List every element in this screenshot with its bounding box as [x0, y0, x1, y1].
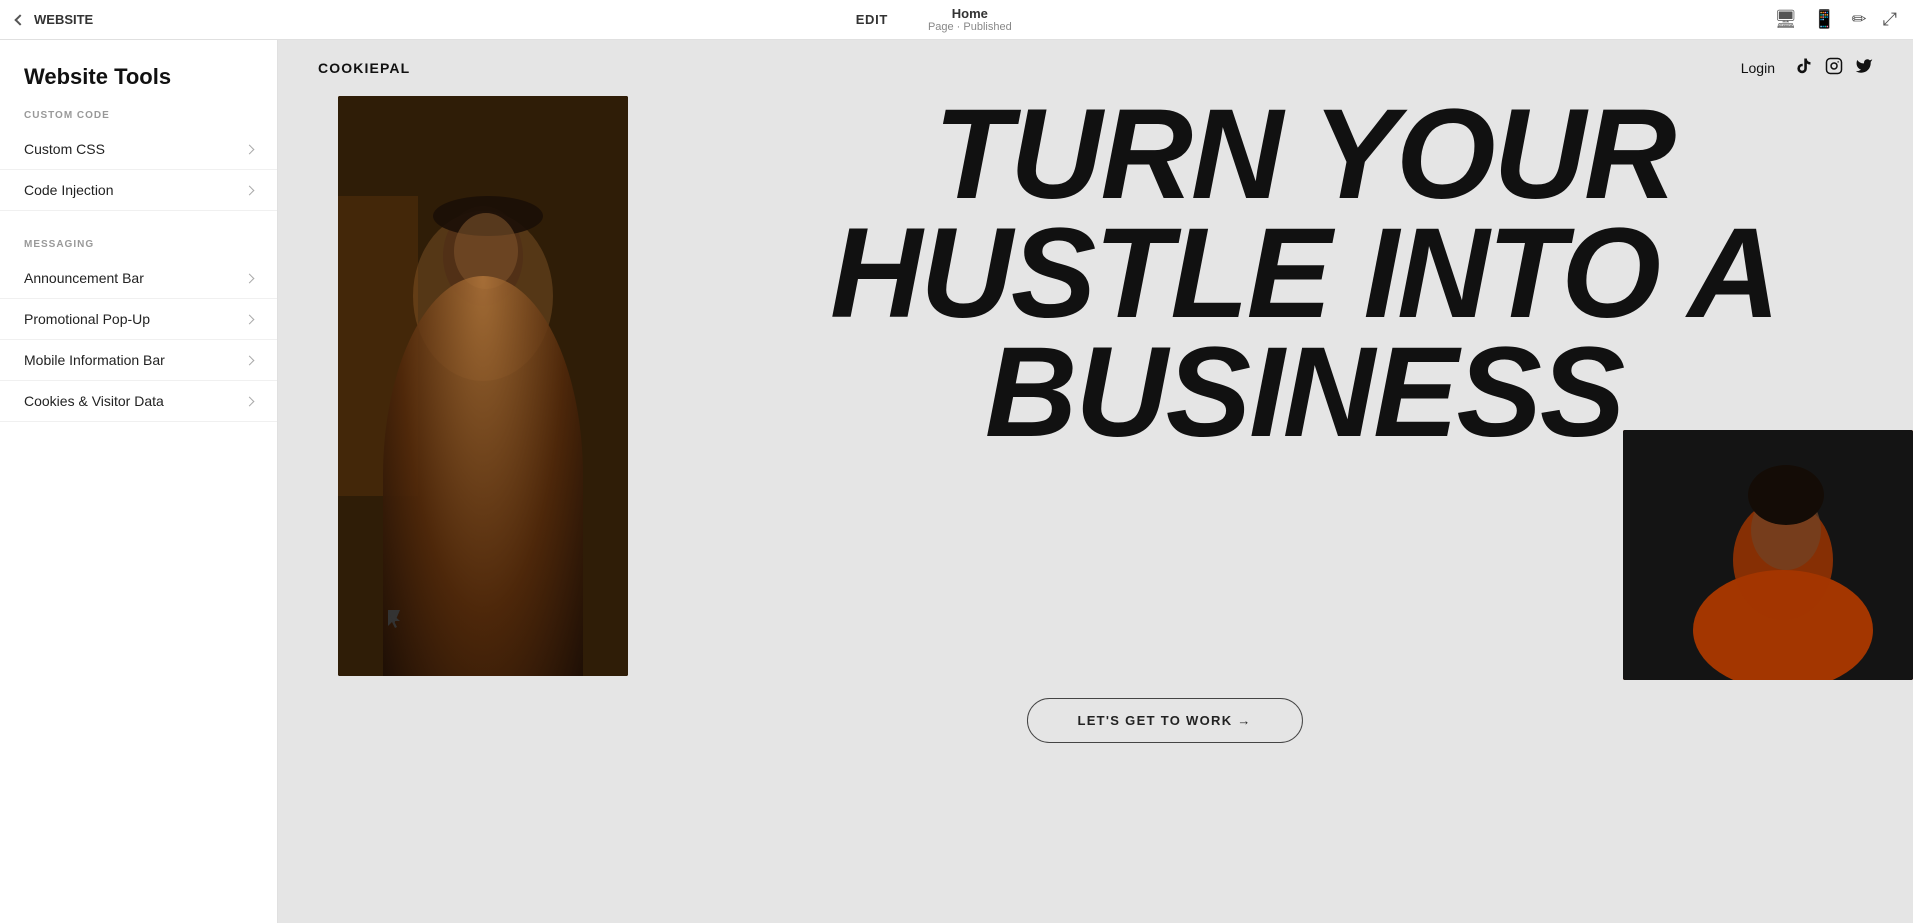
announcement-bar-label: Announcement Bar [24, 270, 144, 286]
code-injection-label: Code Injection [24, 182, 114, 198]
preview-nav-icons [1795, 57, 1873, 80]
headline-line2: HUSTLE INTO A [830, 214, 1778, 333]
chevron-right-icon [245, 396, 255, 406]
sidebar-title: Website Tools [0, 64, 277, 110]
sidebar-item-announcement-bar[interactable]: Announcement Bar [0, 258, 277, 299]
top-bar-right: 🖥 📱 ✏ ⤢ [1774, 9, 1897, 30]
sidebar-item-code-injection[interactable]: Code Injection [0, 170, 277, 211]
preview-nav-right: Login [1741, 57, 1873, 80]
cookies-visitor-data-label: Cookies & Visitor Data [24, 393, 164, 409]
mobile-icon[interactable]: 📱 [1813, 9, 1835, 30]
chevron-right-icon [245, 314, 255, 324]
chevron-right-icon [245, 273, 255, 283]
section-label-messaging: MESSAGING [0, 239, 277, 258]
page-info: Home Page · Published [928, 6, 1012, 33]
back-label: WEBSITE [34, 12, 93, 27]
chevron-right-icon [245, 185, 255, 195]
back-nav[interactable]: WEBSITE [16, 12, 93, 27]
cta-button[interactable]: LET'S GET TO WORK → [1026, 698, 1302, 743]
instagram-icon [1825, 57, 1843, 80]
page-status: Page · Published [928, 21, 1012, 33]
promotional-popup-label: Promotional Pop-Up [24, 311, 150, 327]
preview-nav: COOKIEPAL Login [278, 40, 1913, 96]
hero-headline: TURN YOUR HUSTLE INTO A BUSINESS [830, 95, 1778, 452]
custom-css-label: Custom CSS [24, 141, 105, 157]
page-title: Home [928, 6, 1012, 21]
sidebar: Website Tools CUSTOM CODE Custom CSS Cod… [0, 40, 278, 923]
hero-section: TURN YOUR HUSTLE INTO A BUSINESS [278, 40, 1913, 923]
preview-logo: COOKIEPAL [318, 60, 410, 76]
chevron-right-icon [245, 355, 255, 365]
sidebar-item-cookies-visitor-data[interactable]: Cookies & Visitor Data [0, 381, 277, 422]
main-layout: Website Tools CUSTOM CODE Custom CSS Cod… [0, 40, 1913, 923]
top-bar: WEBSITE EDIT Home Page · Published 🖥 📱 ✏… [0, 0, 1913, 40]
website-preview: COOKIEPAL Login [278, 40, 1913, 923]
sidebar-item-promotional-popup[interactable]: Promotional Pop-Up [0, 299, 277, 340]
pen-icon[interactable]: ✏ [1851, 9, 1866, 30]
preview-area: COOKIEPAL Login [278, 40, 1913, 923]
twitter-icon [1855, 57, 1873, 80]
person-left-image [338, 96, 628, 676]
mobile-information-bar-label: Mobile Information Bar [24, 352, 165, 368]
tiktok-icon [1795, 57, 1813, 80]
section-label-custom-code: CUSTOM CODE [0, 110, 277, 129]
sidebar-item-mobile-information-bar[interactable]: Mobile Information Bar [0, 340, 277, 381]
preview-nav-login: Login [1741, 60, 1775, 76]
back-chevron-icon [14, 14, 25, 25]
section-custom-code: CUSTOM CODE Custom CSS Code Injection [0, 110, 277, 211]
desktop-icon[interactable]: 🖥 [1774, 9, 1797, 30]
person-right-image [1623, 430, 1913, 680]
edit-button[interactable]: EDIT [856, 12, 888, 27]
chevron-right-icon [245, 144, 255, 154]
section-messaging: MESSAGING Announcement Bar Promotional P… [0, 239, 277, 422]
sidebar-item-custom-css[interactable]: Custom CSS [0, 129, 277, 170]
headline-line1: TURN YOUR [830, 95, 1778, 214]
expand-icon[interactable]: ⤢ [1883, 9, 1897, 30]
